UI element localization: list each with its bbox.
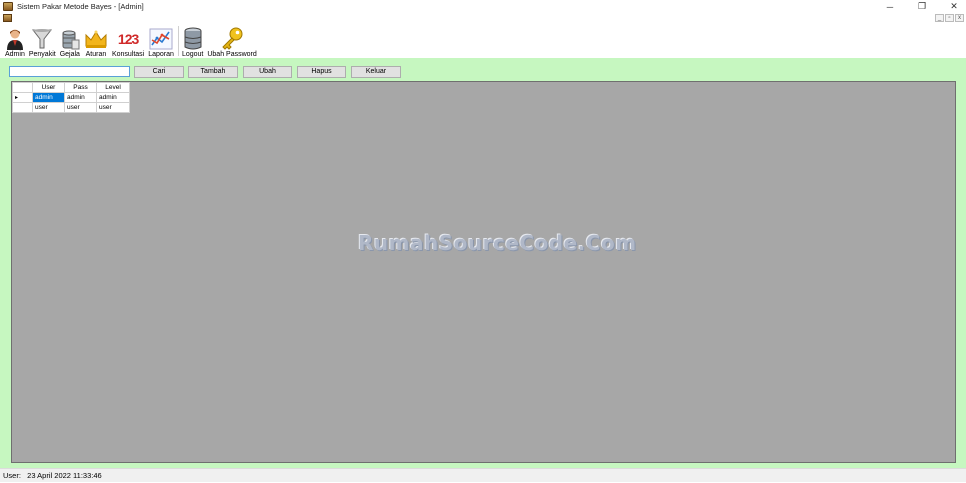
tambah-button[interactable]: Tambah xyxy=(188,66,238,78)
cari-button[interactable]: Cari xyxy=(134,66,184,78)
aturan-label: Aturan xyxy=(85,51,107,58)
logout-button[interactable]: Logout xyxy=(182,24,203,58)
konsultasi-label: Konsultasi xyxy=(111,51,145,58)
table-header-row: User Pass Level xyxy=(12,82,130,93)
mdi-child-icon[interactable] xyxy=(3,14,12,22)
status-bar: User: 23 April 2022 11:33:46 xyxy=(0,468,966,482)
toolbar-separator xyxy=(177,26,179,56)
minimize-button[interactable]: ─ xyxy=(884,2,896,12)
title-bar: Sistem Pakar Metode Bayes - [Admin] ─ ❐ … xyxy=(0,0,966,13)
search-input[interactable] xyxy=(9,66,130,77)
laporan-label: Laporan xyxy=(148,51,174,58)
column-header-level[interactable]: Level xyxy=(96,82,130,93)
table-cell[interactable]: user xyxy=(64,102,97,113)
current-row-indicator[interactable]: ▸ xyxy=(12,92,33,103)
ubah-button[interactable]: Ubah xyxy=(243,66,292,78)
column-header-pass[interactable]: Pass xyxy=(64,82,97,93)
mdi-close-button[interactable]: x xyxy=(955,14,964,22)
row-header-corner xyxy=(12,82,33,93)
table-cell[interactable]: admin xyxy=(32,92,65,103)
key-icon xyxy=(219,27,245,50)
admin-button[interactable]: Admin xyxy=(5,24,25,58)
keluar-button[interactable]: Keluar xyxy=(351,66,401,78)
table-row[interactable]: ▸ admin admin admin xyxy=(12,92,130,103)
logout-database-icon xyxy=(183,27,203,50)
table-cell[interactable]: user xyxy=(96,102,130,113)
penyakit-button[interactable]: Penyakit xyxy=(29,24,56,58)
table-cell[interactable]: admin xyxy=(64,92,97,103)
aturan-button[interactable]: Aturan xyxy=(84,24,108,58)
window-title: Sistem Pakar Metode Bayes - [Admin] xyxy=(17,2,144,11)
gejala-label: Gejala xyxy=(59,51,80,58)
user-table: User Pass Level ▸ admin admin admin user… xyxy=(12,82,130,113)
admin-label: Admin xyxy=(5,51,25,58)
funnel-icon xyxy=(32,28,53,50)
crown-icon xyxy=(84,28,108,50)
mdi-minimize-button[interactable]: _ xyxy=(935,14,944,22)
main-toolbar: Admin Penyakit Gejala Aturan 123 Konsult… xyxy=(0,23,966,58)
table-cell[interactable]: admin xyxy=(96,92,130,103)
watermark-text: RumahSourceCode.Com xyxy=(358,231,637,255)
admin-user-icon xyxy=(6,28,24,50)
row-header[interactable] xyxy=(12,102,33,113)
penyakit-label: Penyakit xyxy=(28,51,56,58)
gejala-button[interactable]: Gejala xyxy=(60,24,80,58)
mdi-bar: _ ▫ x xyxy=(0,13,966,23)
gejala-database-icon xyxy=(60,28,80,50)
status-text: User: 23 April 2022 11:33:46 xyxy=(3,471,102,480)
konsultasi-icon-text: 123 xyxy=(117,31,139,47)
user-data-grid[interactable]: User Pass Level ▸ admin admin admin user… xyxy=(11,81,956,463)
user-form-panel: Cari Tambah Ubah Hapus Keluar User Pass … xyxy=(0,58,966,468)
ubah-password-button[interactable]: Ubah Password xyxy=(207,24,257,58)
hapus-button[interactable]: Hapus xyxy=(297,66,346,78)
ubah-password-label: Ubah Password xyxy=(207,51,257,58)
laporan-button[interactable]: Laporan xyxy=(148,24,174,58)
table-row[interactable]: user user user xyxy=(12,102,130,113)
table-cell[interactable]: user xyxy=(32,102,65,113)
restore-button[interactable]: ❐ xyxy=(916,1,928,12)
numbers-123-icon: 123 xyxy=(117,28,139,50)
column-header-user[interactable]: User xyxy=(32,82,65,93)
line-chart-icon xyxy=(149,28,173,50)
konsultasi-button[interactable]: 123 Konsultasi xyxy=(112,24,144,58)
app-icon xyxy=(3,2,13,11)
logout-label: Logout xyxy=(181,51,204,58)
close-button[interactable]: ✕ xyxy=(948,1,960,12)
mdi-restore-button[interactable]: ▫ xyxy=(945,14,954,22)
